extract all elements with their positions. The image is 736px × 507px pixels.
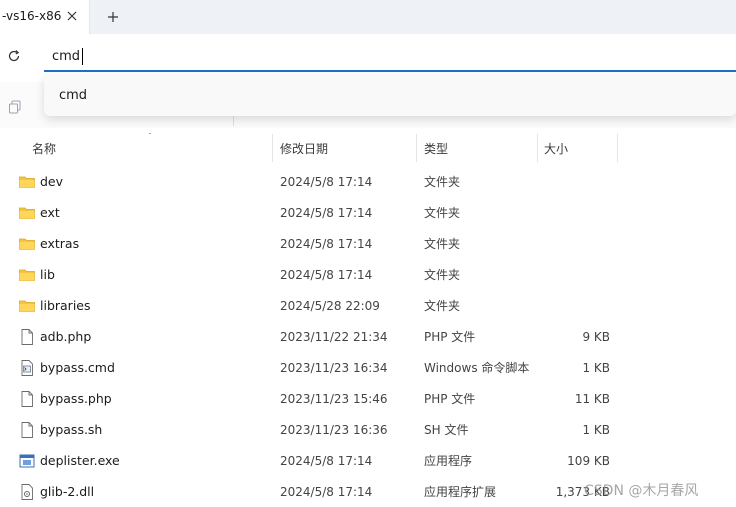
file-date: 2024/5/8 17:14 <box>280 267 373 282</box>
file-name: bypass.php <box>40 391 112 406</box>
file-date: 2023/11/22 21:34 <box>280 329 388 344</box>
file-row[interactable]: lib 2024/5/8 17:14 文件夹 <box>0 259 736 290</box>
script-file-icon <box>18 359 36 377</box>
file-size <box>540 197 610 228</box>
file-type: 文件夹 <box>424 299 461 313</box>
file-size <box>540 166 610 197</box>
text-caret <box>82 48 83 65</box>
file-type: PHP 文件 <box>424 330 476 344</box>
copy-icon[interactable] <box>6 98 24 116</box>
file-size: 11 KB <box>574 391 610 406</box>
file-type: 文件夹 <box>424 237 461 251</box>
file-icon <box>18 390 36 408</box>
address-suggestions: cmd <box>44 74 736 116</box>
file-size: 1 KB <box>582 422 610 437</box>
file-row[interactable]: adb.php 2023/11/22 21:34 PHP 文件 9 KB <box>0 321 736 352</box>
file-row[interactable]: bypass.cmd 2023/11/23 16:34 Windows 命令脚本 1 … <box>0 352 736 383</box>
column-divider[interactable] <box>416 134 417 162</box>
file-row[interactable]: bypass.sh 2023/11/23 16:36 SH 文件 1 KB <box>0 414 736 445</box>
column-name[interactable]: 名称 <box>32 134 56 162</box>
file-date: 2024/5/8 17:14 <box>280 205 373 220</box>
folder-icon <box>18 173 36 191</box>
tab-title: -vs16-x86 <box>2 9 62 23</box>
file-name: deplister.exe <box>40 453 120 468</box>
address-input[interactable] <box>52 46 552 66</box>
tab-active[interactable]: -vs16-x86 <box>0 0 90 34</box>
file-row[interactable]: dev 2024/5/8 17:14 文件夹 <box>0 166 736 197</box>
file-icon <box>18 421 36 439</box>
dll-icon <box>18 483 36 501</box>
file-name: adb.php <box>40 329 92 344</box>
file-size <box>540 228 610 259</box>
file-type: 应用程序 <box>424 454 473 468</box>
file-size: 9 KB <box>582 329 610 344</box>
folder-icon <box>18 204 36 222</box>
file-date: 2023/11/23 15:46 <box>280 391 388 406</box>
watermark: CSDN @木月春风 <box>584 483 699 499</box>
file-date: 2023/11/23 16:36 <box>280 422 388 437</box>
file-size <box>540 259 610 290</box>
file-date: 2024/5/28 22:09 <box>280 298 380 313</box>
close-icon[interactable] <box>62 6 82 26</box>
file-name: extras <box>40 236 80 251</box>
file-name: lib <box>40 267 55 282</box>
file-row[interactable]: deplister.exe 2024/5/8 17:14 应用程序 109 KB <box>0 445 736 476</box>
address-bar[interactable] <box>44 40 736 72</box>
file-row[interactable]: ext 2024/5/8 17:14 文件夹 <box>0 197 736 228</box>
file-size <box>540 290 610 321</box>
file-date: 2023/11/23 16:34 <box>280 360 388 375</box>
folder-icon <box>18 266 36 284</box>
file-name: libraries <box>40 298 91 313</box>
file-name: glib-2.dll <box>40 484 95 499</box>
refresh-icon[interactable] <box>4 46 24 66</box>
folder-icon <box>18 297 36 315</box>
file-list: dev 2024/5/8 17:14 文件夹 ext 2024/5/8 17:14 文件夹… <box>0 166 736 507</box>
suggestion-item[interactable]: cmd <box>59 88 87 103</box>
file-type: PHP 文件 <box>424 392 476 406</box>
file-row[interactable]: bypass.php 2023/11/23 15:46 PHP 文件 11 KB <box>0 383 736 414</box>
column-header: 名称 修改日期 类型 大小 <box>0 134 736 162</box>
folder-icon <box>18 235 36 253</box>
file-date: 2024/5/8 17:14 <box>280 453 373 468</box>
file-date: 2024/5/8 17:14 <box>280 236 373 251</box>
file-name: bypass.cmd <box>40 360 115 375</box>
file-type: Windows 命令脚本 <box>424 361 530 375</box>
file-row[interactable]: extras 2024/5/8 17:14 文件夹 <box>0 228 736 259</box>
column-date[interactable]: 修改日期 <box>280 134 328 162</box>
file-type: 文件夹 <box>424 206 461 220</box>
file-type: 文件夹 <box>424 268 461 282</box>
file-date: 2024/5/8 17:14 <box>280 174 373 189</box>
file-row[interactable]: libraries 2024/5/28 22:09 文件夹 <box>0 290 736 321</box>
file-type: SH 文件 <box>424 423 469 437</box>
exe-icon <box>18 452 36 470</box>
file-name: dev <box>40 174 64 189</box>
column-size[interactable]: 大小 <box>544 134 568 162</box>
tab-strip: -vs16-x86 <box>0 0 736 34</box>
file-name: bypass.sh <box>40 422 103 437</box>
column-divider[interactable] <box>272 134 273 162</box>
plus-icon[interactable] <box>102 6 124 28</box>
column-divider[interactable] <box>617 134 618 162</box>
file-date: 2024/5/8 17:14 <box>280 484 373 499</box>
file-name: ext <box>40 205 60 220</box>
file-size: 1 KB <box>582 360 610 375</box>
file-icon <box>18 328 36 346</box>
file-size: 109 KB <box>567 453 610 468</box>
file-type: 应用程序扩展 <box>424 485 497 499</box>
column-divider[interactable] <box>537 134 538 162</box>
file-type: 文件夹 <box>424 175 461 189</box>
column-type[interactable]: 类型 <box>424 134 448 162</box>
